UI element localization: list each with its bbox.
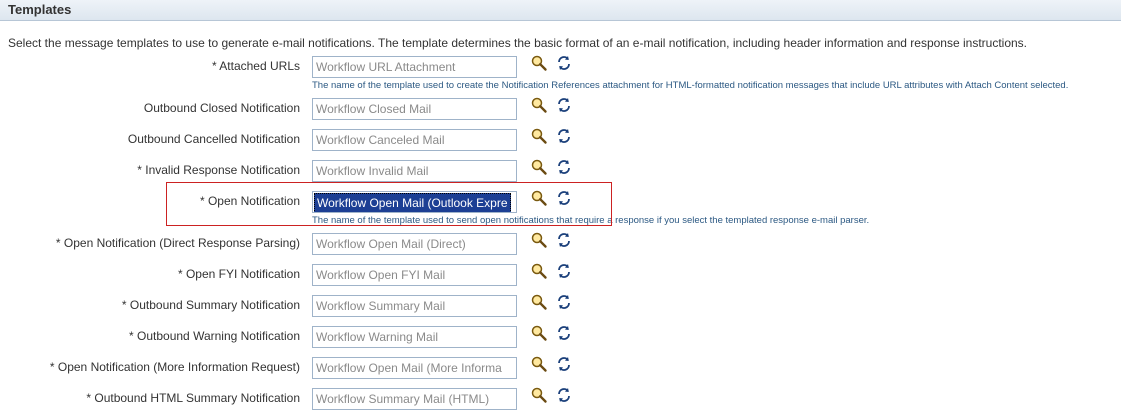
refresh-icon[interactable] <box>555 127 573 145</box>
template-row-outbound-warning: * Outbound Warning Notification Workflow… <box>0 324 1121 356</box>
template-row-open-fyi: * Open FYI Notification Workflow Open FY… <box>0 262 1121 294</box>
search-icon[interactable] <box>530 355 548 373</box>
field-label: * Outbound Summary Notification <box>121 298 300 312</box>
field-label: * Outbound Warning Notification <box>129 329 300 343</box>
refresh-icon[interactable] <box>555 355 573 373</box>
open-notification-input[interactable]: Workflow Open Mail (Outlook Expre <box>312 191 517 213</box>
template-row-open-notification: * Open Notification Workflow Open Mail (… <box>0 189 1121 226</box>
field-label: * Outbound HTML Summary Notification <box>86 391 300 405</box>
open-fyi-input[interactable]: Workflow Open FYI Mail <box>312 264 517 286</box>
refresh-icon[interactable] <box>555 96 573 114</box>
search-icon[interactable] <box>530 54 548 72</box>
search-icon[interactable] <box>530 231 548 249</box>
field-label: * Open Notification (More Information Re… <box>49 360 300 374</box>
refresh-icon[interactable] <box>555 324 573 342</box>
search-icon[interactable] <box>530 96 548 114</box>
field-label: Outbound Closed Notification <box>143 101 300 115</box>
outbound-summary-input[interactable]: Workflow Summary Mail <box>312 295 517 317</box>
refresh-icon[interactable] <box>555 189 573 207</box>
template-row-invalid-response: * Invalid Response Notification Workflow… <box>0 158 1121 190</box>
search-icon[interactable] <box>530 386 548 404</box>
field-label: * Open Notification <box>199 194 300 208</box>
template-row-attached-urls: * Attached URLs Workflow URL Attachment … <box>0 54 1121 91</box>
outbound-warning-input[interactable]: Workflow Warning Mail <box>312 326 517 348</box>
field-label: * Attached URLs <box>211 59 300 73</box>
selected-text: Workflow Open Mail (Outlook Expre <box>314 193 511 212</box>
section-header: Templates <box>0 0 1121 21</box>
section-description: Select the message templates to use to g… <box>8 36 1027 50</box>
template-row-open-more-info: * Open Notification (More Information Re… <box>0 355 1121 387</box>
field-label: * Invalid Response Notification <box>137 163 300 177</box>
template-row-outbound-cancelled: Outbound Cancelled Notification Workflow… <box>0 127 1121 159</box>
search-icon[interactable] <box>530 127 548 145</box>
template-row-outbound-summary: * Outbound Summary Notification Workflow… <box>0 293 1121 325</box>
refresh-icon[interactable] <box>555 262 573 280</box>
template-row-open-direct: * Open Notification (Direct Response Par… <box>0 231 1121 263</box>
open-direct-input[interactable]: Workflow Open Mail (Direct) <box>312 233 517 255</box>
field-hint: The name of the template used to send op… <box>312 215 870 226</box>
search-icon[interactable] <box>530 158 548 176</box>
search-icon[interactable] <box>530 293 548 311</box>
outbound-html-summary-input[interactable]: Workflow Summary Mail (HTML) <box>312 388 517 410</box>
outbound-cancelled-input[interactable]: Workflow Canceled Mail <box>312 129 517 151</box>
refresh-icon[interactable] <box>555 54 573 72</box>
template-row-outbound-closed: Outbound Closed Notification Workflow Cl… <box>0 96 1121 128</box>
refresh-icon[interactable] <box>555 293 573 311</box>
open-more-info-input[interactable]: Workflow Open Mail (More Informa <box>312 357 517 379</box>
search-icon[interactable] <box>530 262 548 280</box>
section-title: Templates <box>8 2 72 17</box>
field-hint: The name of the template used to create … <box>312 80 1069 91</box>
refresh-icon[interactable] <box>555 231 573 249</box>
attached-urls-input[interactable]: Workflow URL Attachment <box>312 56 517 78</box>
field-label: Outbound Cancelled Notification <box>127 132 300 146</box>
invalid-response-input[interactable]: Workflow Invalid Mail <box>312 160 517 182</box>
field-label: * Open FYI Notification <box>177 267 300 281</box>
refresh-icon[interactable] <box>555 158 573 176</box>
outbound-closed-input[interactable]: Workflow Closed Mail <box>312 98 517 120</box>
search-icon[interactable] <box>530 324 548 342</box>
field-label: * Open Notification (Direct Response Par… <box>55 236 300 250</box>
search-icon[interactable] <box>530 189 548 207</box>
template-row-outbound-html-summary: * Outbound HTML Summary Notification Wor… <box>0 386 1121 418</box>
refresh-icon[interactable] <box>555 386 573 404</box>
